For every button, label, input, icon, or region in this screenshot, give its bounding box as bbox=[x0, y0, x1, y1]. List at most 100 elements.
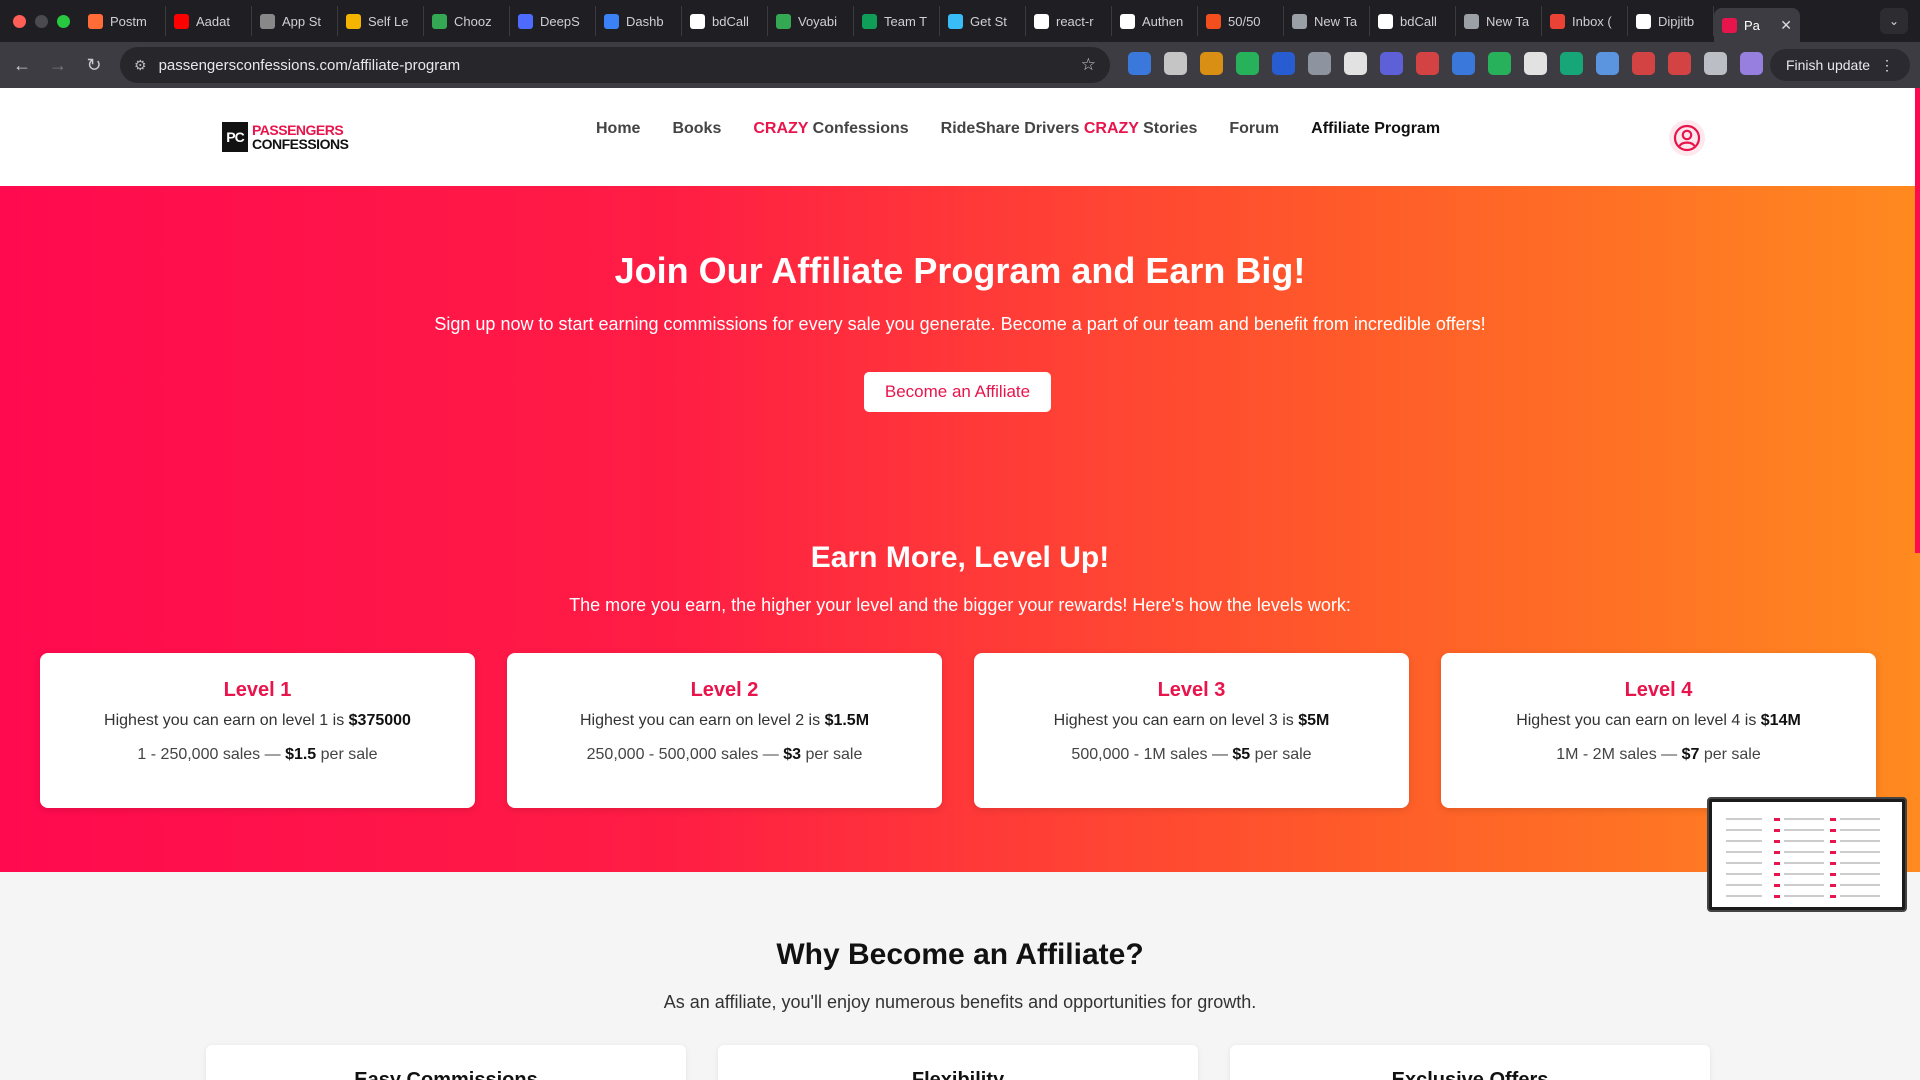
nav-home[interactable]: Home bbox=[596, 120, 640, 138]
pip-line bbox=[1726, 884, 1762, 886]
level-card: Level 2 Highest you can earn on level 2 … bbox=[507, 653, 942, 808]
pip-badge bbox=[1774, 873, 1780, 876]
tab-title: Voyabi bbox=[798, 13, 838, 29]
reload-icon[interactable]: ↻ bbox=[76, 55, 112, 76]
logo-mark: PC bbox=[222, 122, 248, 152]
tab[interactable]: Team T bbox=[854, 6, 940, 36]
forward-arrow-icon[interactable]: → bbox=[40, 55, 76, 76]
figma-icon bbox=[1206, 13, 1221, 29]
level-range: 1M - 2M sales — $7 per sale bbox=[1441, 746, 1876, 764]
nav-books[interactable]: Books bbox=[672, 120, 721, 138]
tab-title: App St bbox=[282, 13, 322, 29]
github-icon bbox=[1034, 13, 1049, 29]
extension-icon[interactable] bbox=[1380, 52, 1403, 75]
tab[interactable]: App St bbox=[252, 6, 338, 36]
tab-title: DeepS bbox=[540, 13, 580, 29]
pip-line bbox=[1726, 829, 1762, 831]
tab[interactable]: bdCall bbox=[682, 6, 768, 36]
pip-line bbox=[1784, 884, 1824, 886]
extension-icon[interactable] bbox=[1308, 52, 1331, 75]
tab[interactable]: Dashb bbox=[596, 6, 682, 36]
tab-search-icon[interactable]: ⌄ bbox=[1880, 8, 1908, 34]
extension-icon[interactable] bbox=[1704, 52, 1727, 75]
pip-line bbox=[1840, 895, 1880, 897]
extension-icon[interactable] bbox=[1416, 52, 1439, 75]
tab-title: react-r bbox=[1056, 13, 1094, 29]
extension-icon[interactable] bbox=[1272, 52, 1295, 75]
pip-badge bbox=[1830, 851, 1836, 854]
extension-icon[interactable] bbox=[1596, 52, 1619, 75]
picture-in-picture-preview[interactable] bbox=[1707, 797, 1907, 912]
extension-icon[interactable] bbox=[1236, 52, 1259, 75]
tab-title: 50/50 bbox=[1228, 13, 1261, 29]
become-affiliate-button[interactable]: Become an Affiliate bbox=[864, 372, 1051, 412]
extension-icon[interactable] bbox=[1632, 52, 1655, 75]
nav-crazy-confessions-label: Confessions bbox=[808, 120, 909, 137]
pip-line bbox=[1726, 895, 1762, 897]
tab[interactable]: Chooz bbox=[424, 6, 510, 36]
pip-badge bbox=[1830, 884, 1836, 887]
level-name: Level 2 bbox=[690, 679, 759, 701]
extension-icon[interactable] bbox=[1740, 52, 1763, 75]
pip-line bbox=[1726, 851, 1762, 853]
page-scrollbar[interactable] bbox=[1915, 88, 1920, 553]
close-window-button[interactable] bbox=[13, 14, 26, 28]
nav-crazy-confessions[interactable]: CRAZY Confessions bbox=[753, 120, 908, 138]
tab[interactable]: New Ta bbox=[1456, 6, 1542, 36]
extension-icon[interactable] bbox=[1668, 52, 1691, 75]
extension-icon[interactable] bbox=[1488, 52, 1511, 75]
tab[interactable]: react-r bbox=[1026, 6, 1112, 36]
extension-icon[interactable] bbox=[1164, 52, 1187, 75]
user-account-icon[interactable] bbox=[1669, 120, 1705, 156]
tab[interactable]: Get St bbox=[940, 6, 1026, 36]
tab[interactable]: DeepS bbox=[510, 6, 596, 36]
pip-line bbox=[1726, 818, 1762, 820]
openai-icon bbox=[1120, 13, 1135, 29]
tab-title: bdCall bbox=[1400, 13, 1437, 29]
nav-rideshare-pre: RideShare Drivers bbox=[940, 120, 1084, 137]
bookmark-star-icon[interactable]: ☆ bbox=[1081, 55, 1096, 75]
extension-icon[interactable] bbox=[1200, 52, 1223, 75]
tab[interactable]: bdCall bbox=[1370, 6, 1456, 36]
finish-update-button[interactable]: Finish update ⋮ bbox=[1769, 49, 1910, 81]
gear-icon bbox=[948, 13, 963, 29]
level-per-sale: per sale bbox=[801, 746, 863, 763]
site-logo[interactable]: PC PASSENGERS CONFESSIONS bbox=[222, 122, 349, 152]
tab[interactable]: Authen bbox=[1112, 6, 1198, 36]
tab[interactable]: Dipjitb bbox=[1628, 6, 1714, 36]
back-arrow-icon[interactable]: ← bbox=[4, 55, 40, 76]
extension-icon[interactable] bbox=[1452, 52, 1475, 75]
tab[interactable]: Postm bbox=[80, 6, 166, 36]
extension-icon[interactable] bbox=[1128, 52, 1151, 75]
tab[interactable]: 50/50 bbox=[1198, 6, 1284, 36]
level-range-text: 1 - 250,000 sales — bbox=[137, 746, 286, 763]
benefit-card: Easy Commissions bbox=[206, 1045, 686, 1080]
nav-affiliate-program[interactable]: Affiliate Program bbox=[1311, 120, 1440, 138]
tab[interactable]: New Ta bbox=[1284, 6, 1370, 36]
extension-icon[interactable] bbox=[1524, 52, 1547, 75]
tab[interactable]: Self Le bbox=[338, 6, 424, 36]
pip-line bbox=[1726, 862, 1762, 864]
drive-icon bbox=[432, 13, 447, 29]
url-text[interactable]: passengersconfessions.com/affiliate-prog… bbox=[159, 57, 461, 74]
site-settings-icon[interactable]: ⚙ bbox=[134, 57, 147, 74]
maximize-window-button[interactable] bbox=[57, 14, 70, 28]
nav-rideshare-stories[interactable]: RideShare Drivers CRAZY Stories bbox=[941, 120, 1198, 138]
extension-icon[interactable] bbox=[1344, 52, 1367, 75]
tab[interactable]: Aadat bbox=[166, 6, 252, 36]
benefit-title: Flexibility bbox=[911, 1069, 1005, 1080]
address-bar[interactable]: ⚙ passengersconfessions.com/affiliate-pr… bbox=[120, 47, 1110, 83]
tab[interactable]: Voyabi bbox=[768, 6, 854, 36]
level-per-sale: per sale bbox=[1250, 746, 1312, 763]
extension-icon[interactable] bbox=[1560, 52, 1583, 75]
tab-title: bdCall bbox=[712, 13, 749, 29]
tab[interactable]: Inbox ( bbox=[1542, 6, 1628, 36]
more-menu-icon[interactable]: ⋮ bbox=[1880, 57, 1894, 74]
close-tab-icon[interactable]: ✕ bbox=[1780, 17, 1792, 34]
nav-forum[interactable]: Forum bbox=[1229, 120, 1279, 138]
tab-active[interactable]: Pa ✕ bbox=[1714, 8, 1800, 42]
level-earn-text: Highest you can earn on level 3 is bbox=[1053, 712, 1299, 729]
level-card: Level 3 Highest you can earn on level 3 … bbox=[974, 653, 1409, 808]
level-rate: $5 bbox=[1232, 746, 1251, 763]
minimize-window-button[interactable] bbox=[35, 14, 48, 28]
